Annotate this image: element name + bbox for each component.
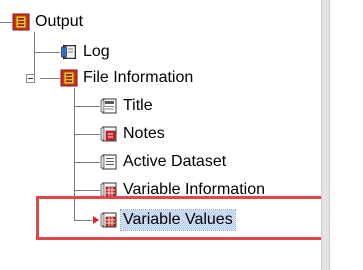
tree-connector [40,78,60,79]
tree-node-label: Variable Information [123,181,265,198]
title-page-icon [100,97,118,115]
tree-node-label: Active Dataset [123,153,227,170]
tree-connector [74,162,100,163]
tree-node-output[interactable]: Output [12,11,85,33]
tree-node-label: Output [35,13,84,30]
text-page-icon [100,153,118,171]
collapse-toggle[interactable] [26,74,35,83]
tree-node-label: File Information [83,69,194,86]
tree-node-active-dataset[interactable]: Active Dataset [100,151,228,173]
tree-node-label: Notes [123,125,165,142]
table-page-icon [100,211,118,229]
tree-connector [74,134,100,135]
tree-node-file-information[interactable]: File Information [60,67,195,89]
tree-node-log[interactable]: Log [60,41,112,63]
tree-node-notes[interactable]: Notes [100,123,167,145]
current-item-arrow-icon [93,216,99,224]
tree-node-variable-information[interactable]: Variable Information [100,179,267,201]
tree-connector [0,22,12,23]
tree-connector [74,106,100,107]
table-page-icon [100,181,118,199]
tree-node-variable-values[interactable]: Variable Values [100,209,236,231]
tree-connector [74,190,100,191]
outline-tree-pane[interactable]: Output Log File Information Title Notes … [0,0,321,270]
notes-page-icon [100,125,118,143]
tree-connector [34,52,60,53]
tree-node-label: Title [123,97,153,114]
output-book-icon [12,13,30,31]
tree-connector [34,32,35,78]
tree-connector [74,88,75,220]
tree-node-label: Log [83,43,110,60]
tree-node-label: Variable Values [120,209,236,231]
tree-node-title[interactable]: Title [100,95,155,117]
log-book-icon [60,43,78,61]
tree-connector [74,220,92,221]
output-book-icon [60,69,78,87]
output-content-pane[interactable] [330,0,363,270]
pane-splitter[interactable] [321,0,330,270]
